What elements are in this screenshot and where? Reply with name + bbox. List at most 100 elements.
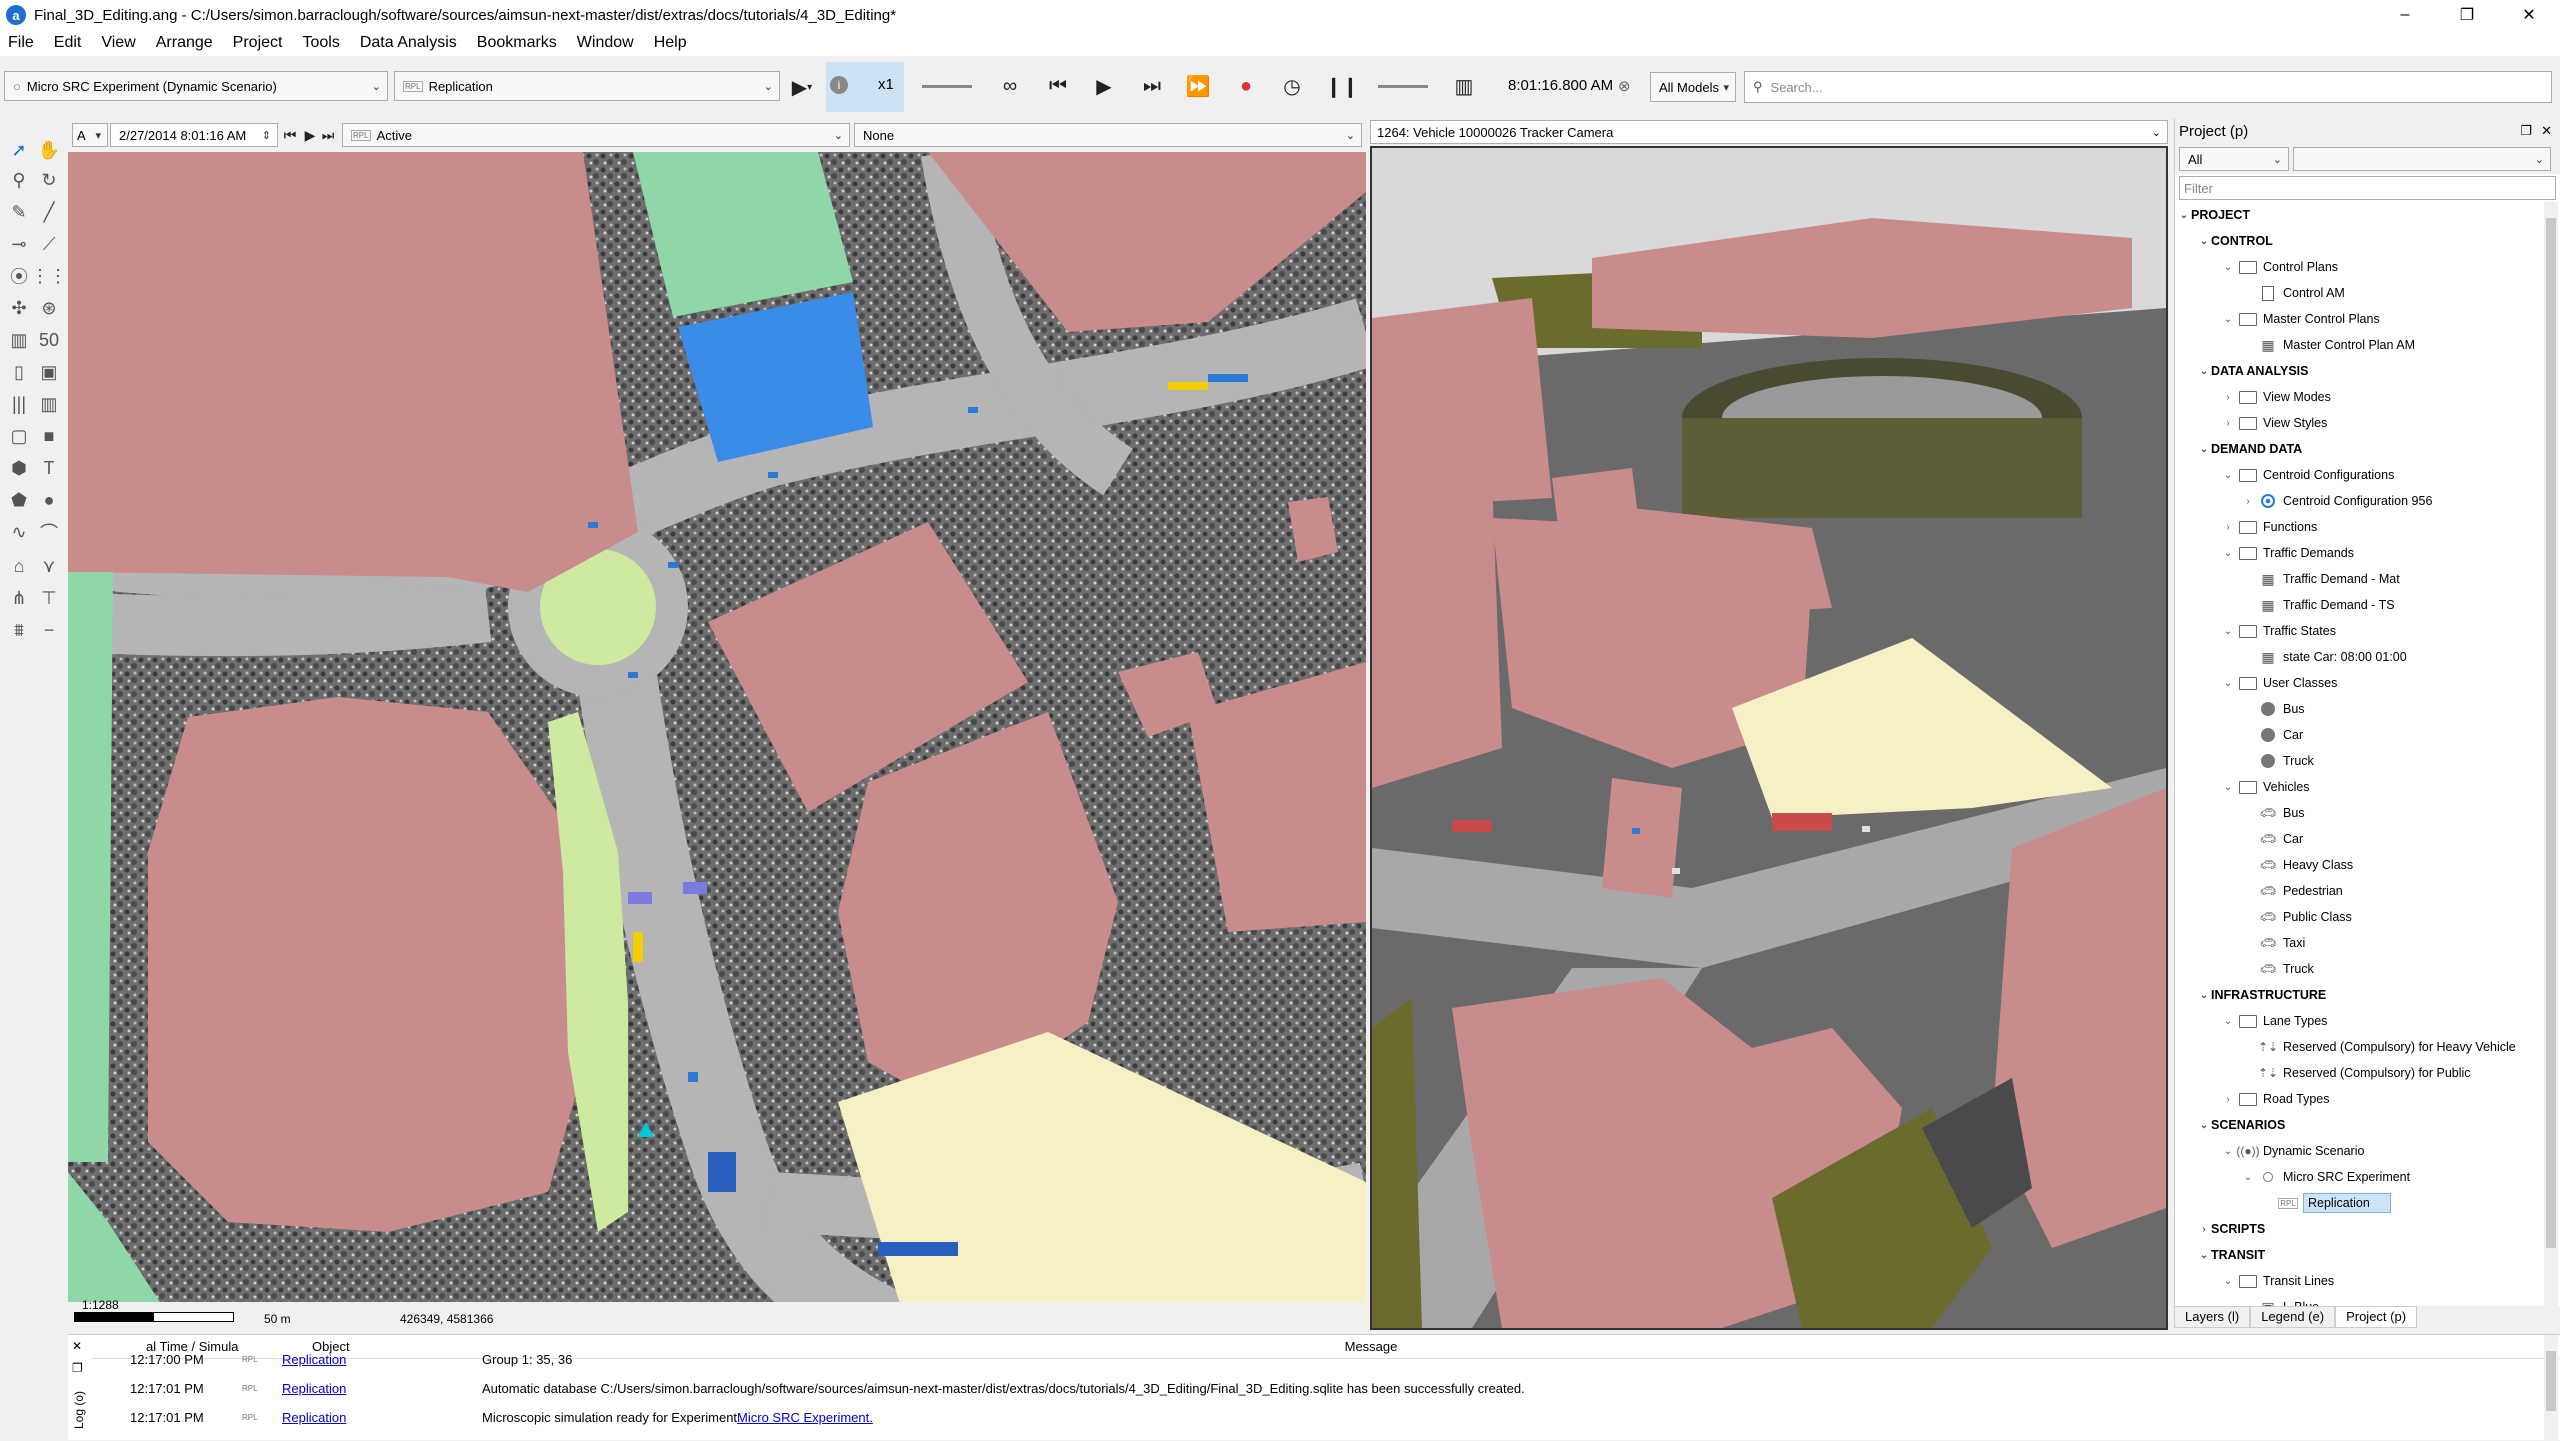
record-icon[interactable]: ● (1226, 66, 1266, 106)
node-icon[interactable]: ⊸ (6, 231, 32, 257)
comment-icon[interactable]: ▢ (6, 423, 32, 449)
layer-select[interactable]: A ▾ (72, 123, 108, 147)
tree-item[interactable]: ⌄ DATA ANALYSIS (2175, 358, 2545, 384)
polygon-icon[interactable]: ⬟ (6, 487, 32, 513)
tree-item[interactable]: ⌄ ((●)) Dynamic Scenario (2175, 1138, 2545, 1164)
text-icon[interactable]: T (36, 455, 62, 481)
expand-right-icon[interactable]: › (2221, 1094, 2235, 1105)
tree-item[interactable]: ⌄ Traffic States (2175, 618, 2545, 644)
expand-down-icon[interactable]: ⌄ (2197, 990, 2211, 1001)
log-message-link[interactable]: Micro SRC Experiment. (737, 1410, 873, 1425)
project-type-select[interactable]: All ⌄ (2179, 147, 2289, 171)
curve-icon[interactable]: ∿ (6, 519, 32, 545)
tree-item[interactable]: ⇡⇣ Reserved (Compulsory) for Heavy Vehicl… (2175, 1034, 2545, 1060)
tree-item[interactable]: ⌄ Centroid Configurations (2175, 462, 2545, 488)
log-object-link[interactable]: Replication (282, 1352, 482, 1367)
tree-item[interactable]: ⌄ Traffic Demands (2175, 540, 2545, 566)
camera-select[interactable]: 1264: Vehicle 10000026 Tracker Camera ⌄ (1370, 120, 2168, 144)
pin-icon[interactable]: ⋔ (6, 585, 32, 611)
menu-window[interactable]: Window (577, 34, 634, 52)
tree-item[interactable]: 🚗︎ Pedestrian (2175, 878, 2545, 904)
tree-item[interactable]: Car (2175, 722, 2545, 748)
project-subtype-select[interactable]: ⌄ (2293, 147, 2551, 171)
next-step-icon[interactable]: ⏭ (318, 115, 338, 155)
clock-icon[interactable]: ◷ (1272, 66, 1312, 106)
ruler-icon[interactable]: ⊤ (36, 585, 62, 611)
play-icon[interactable]: ▶ (1084, 66, 1124, 106)
expand-down-icon[interactable]: ⌄ (2197, 366, 2211, 377)
tab-legend[interactable]: Legend (e) (2250, 1306, 2336, 1328)
expand-down-icon[interactable]: ⌄ (2177, 210, 2191, 221)
tree-item[interactable]: ⌄ PROJECT (2175, 202, 2545, 228)
tree-item[interactable]: › SCRIPTS (2175, 1216, 2545, 1242)
project-filter-input[interactable]: Filter (2179, 176, 2556, 200)
menu-file[interactable]: File (8, 34, 34, 52)
map-2d-view[interactable]: 1:1288 50 m 426349, 4581366 (68, 152, 1366, 1330)
previous-step-icon[interactable]: ⏮ (280, 115, 300, 155)
tab-project[interactable]: Project (p) (2335, 1306, 2418, 1328)
tree-item[interactable]: 🚗︎ Heavy Class (2175, 852, 2545, 878)
skip-back-icon[interactable]: ⏮ (1038, 66, 1078, 106)
tree-item[interactable]: 🚗︎ Taxi (2175, 930, 2545, 956)
tree-item[interactable]: ⌄ INFRASTRUCTURE (2175, 982, 2545, 1008)
detector-icon[interactable]: ⦿ (6, 263, 32, 289)
cube-icon[interactable]: ⬢ (6, 455, 32, 481)
maximize-button[interactable]: ❐ (2436, 0, 2498, 30)
models-select[interactable]: All Models ▾ (1650, 72, 1736, 102)
expand-down-icon[interactable]: ⌄ (2221, 1276, 2235, 1287)
tree-item[interactable]: ▦ Master Control Plan AM (2175, 332, 2545, 358)
split-icon[interactable]: ⋎ (36, 553, 62, 579)
tree-item[interactable]: 🚗︎ Bus (2175, 800, 2545, 826)
tree-item[interactable]: › View Modes (2175, 384, 2545, 410)
expand-right-icon[interactable]: › (2241, 496, 2255, 507)
expand-right-icon[interactable]: › (2221, 522, 2235, 533)
tree-item[interactable]: › Functions (2175, 514, 2545, 540)
rotate-icon[interactable]: ↻ (36, 167, 62, 193)
menu-edit[interactable]: Edit (54, 34, 82, 52)
line-icon[interactable]: ╱ (36, 199, 62, 225)
tree-item[interactable]: ⌄ Vehicles (2175, 774, 2545, 800)
tree-item[interactable]: › View Styles (2175, 410, 2545, 436)
menu-view[interactable]: View (101, 34, 135, 52)
info-icon[interactable]: i (830, 76, 848, 94)
play-step-icon[interactable]: ▶ (300, 115, 320, 155)
expand-down-icon[interactable]: ⌄ (2197, 1250, 2211, 1261)
bezier-icon[interactable]: ⌒ (36, 519, 62, 545)
log-close-icon[interactable]: ✕ (72, 1339, 82, 1353)
menu-bookmarks[interactable]: Bookmarks (477, 34, 557, 52)
tree-item[interactable]: ⌄ User Classes (2175, 670, 2545, 696)
step-forward-icon[interactable]: ⏭ (1132, 66, 1172, 106)
tree-item[interactable]: ⇡⇣ Reserved (Compulsory) for Public (2175, 1060, 2545, 1086)
circle-icon[interactable]: ● (36, 487, 62, 513)
expand-down-icon[interactable]: ⌄ (2221, 782, 2235, 793)
expand-right-icon[interactable]: › (2221, 392, 2235, 403)
tree-item[interactable]: › Road Types (2175, 1086, 2545, 1112)
expand-down-icon[interactable]: ⌄ (2197, 1120, 2211, 1131)
tree-item[interactable]: Truck (2175, 748, 2545, 774)
expand-down-icon[interactable]: ⌄ (2241, 1172, 2255, 1183)
tree-item[interactable]: › Centroid Configuration 956 (2175, 488, 2545, 514)
camera-icon[interactable]: ■ (36, 423, 62, 449)
polyline-icon[interactable]: ⟋ (36, 231, 62, 257)
pause-icon[interactable]: ❙❙ (1322, 66, 1362, 106)
menu-project[interactable]: Project (233, 34, 283, 52)
project-scroll-thumb[interactable] (2546, 218, 2556, 1248)
expand-down-icon[interactable]: ⌄ (2221, 262, 2235, 273)
log-col-message[interactable]: Message (482, 1339, 2560, 1354)
tree-item[interactable]: Bus (2175, 696, 2545, 722)
speed-50-icon[interactable]: 50 (36, 327, 62, 353)
tree-icon[interactable]: ⩩ (6, 617, 32, 643)
tree-item[interactable]: ▦ Traffic Demand - TS (2175, 592, 2545, 618)
tree-item[interactable]: ⌄ Micro SRC Experiment (2175, 1164, 2545, 1190)
log-row[interactable]: 12:17:01 PM RPL Replication Automatic datab… (92, 1374, 2560, 1403)
tree-item[interactable]: 🚗︎ Public Class (2175, 904, 2545, 930)
tree-item[interactable]: ⌄ TRANSIT (2175, 1242, 2545, 1268)
clear-time-icon[interactable]: ⊗ (1618, 77, 1631, 95)
log-scrollbar[interactable] (2544, 1335, 2558, 1441)
view-3d[interactable] (1370, 146, 2168, 1330)
lanes-icon[interactable]: ⋮⋮ (31, 263, 67, 289)
active-filter-select[interactable]: RPL Active ⌄ (342, 123, 850, 147)
project-scrollbar[interactable] (2544, 202, 2558, 1306)
minimize-button[interactable]: – (2374, 0, 2436, 30)
pen-icon[interactable]: ✎ (6, 199, 32, 225)
